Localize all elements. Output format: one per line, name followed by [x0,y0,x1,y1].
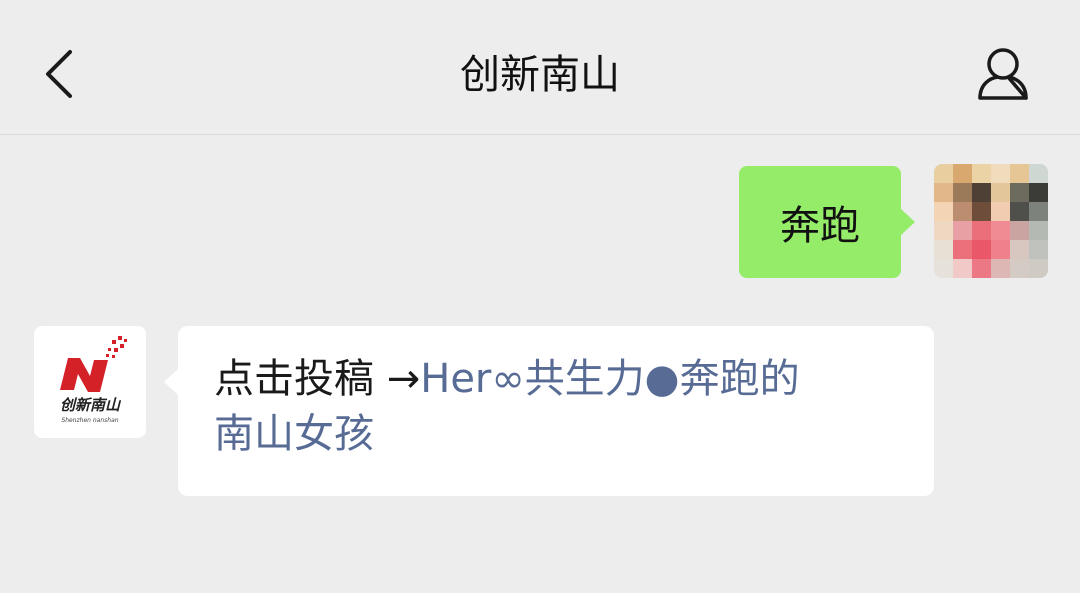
article-link-continued[interactable]: 南山女孩 [214,411,374,457]
message-text: 奔跑 [780,203,860,249]
chat-profile-button[interactable] [968,44,1038,106]
message-bubble-official[interactable]: 点击投稿 →Her∞共生力●奔跑的 南山女孩 [164,326,934,496]
logo-sub-text: Shenzhen nanshan [61,417,118,424]
nanshan-logo-icon: 创新南山 Shenzhen nanshan [60,336,127,424]
message-prefix: 点击投稿 → [214,356,421,402]
official-account-avatar[interactable]: 创新南山 Shenzhen nanshan [34,326,146,438]
logo-brand-text: 创新南山 [60,396,122,414]
message-bubble-self[interactable]: 奔跑 [739,166,915,278]
person-icon [978,48,1028,100]
chat-header: 创新南山 [0,0,1080,135]
chat-title: 创新南山 [460,52,620,98]
article-link[interactable]: Her∞共生力●奔跑的 [420,356,799,402]
avatar[interactable] [934,164,1048,278]
